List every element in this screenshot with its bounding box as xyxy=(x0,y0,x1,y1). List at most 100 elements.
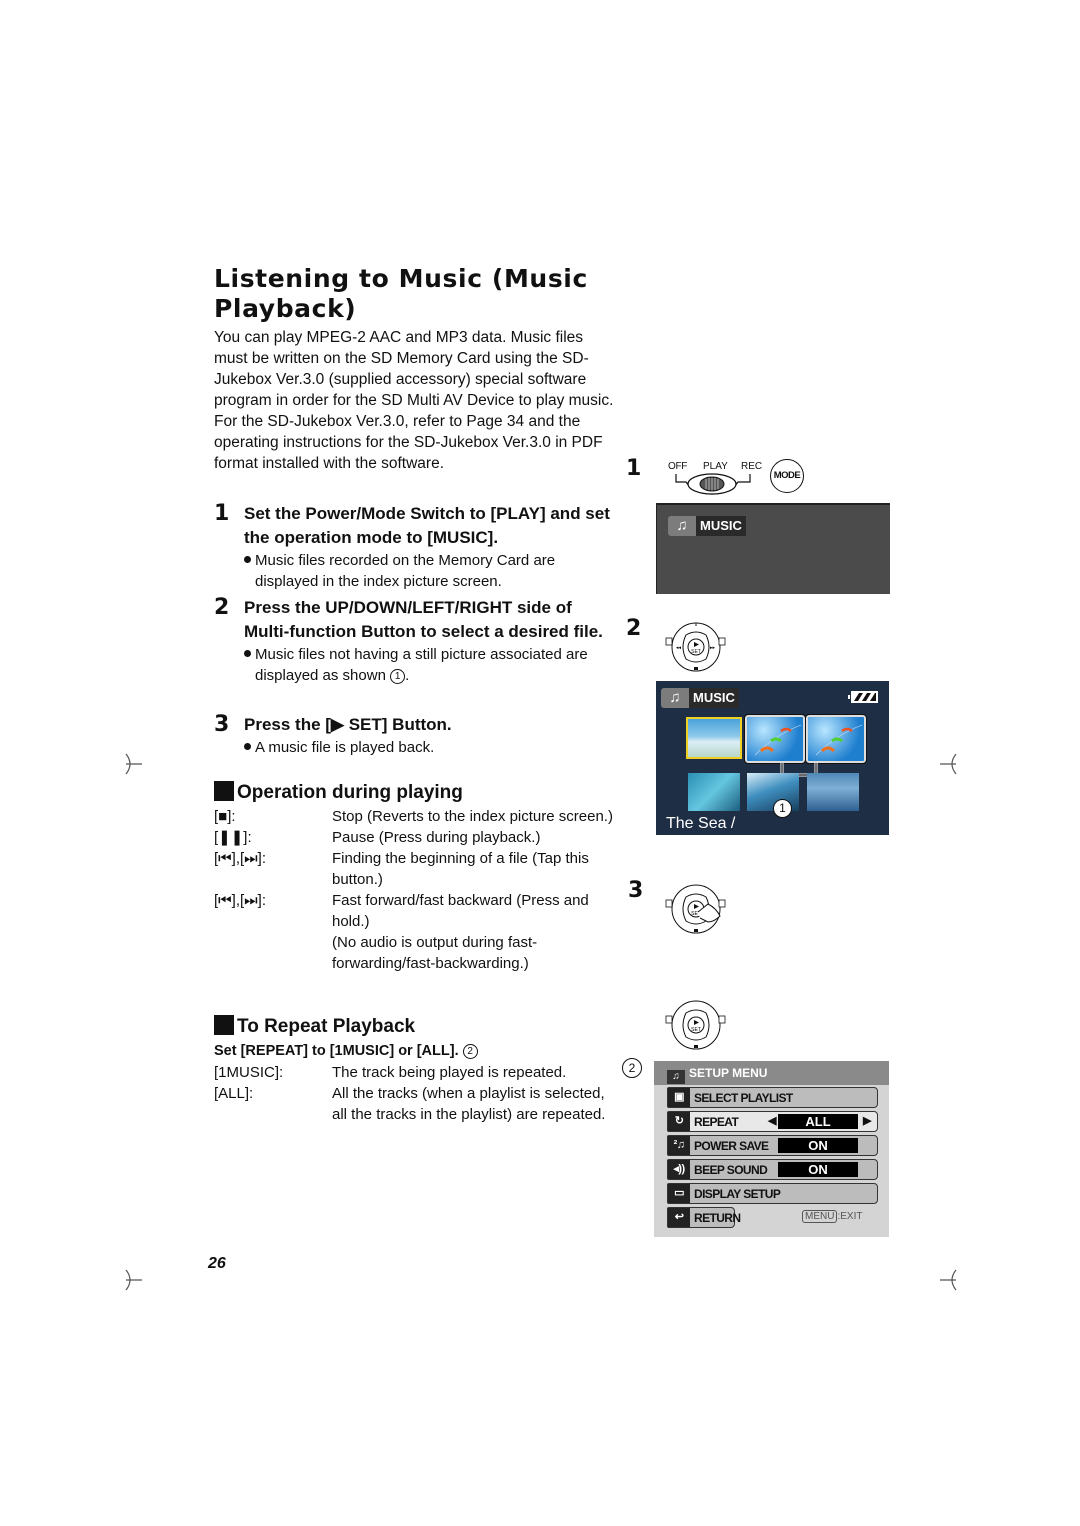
repeat-value: All the tracks (when a playlist is selec… xyxy=(332,1085,606,1123)
intro-paragraph: You can play MPEG-2 AAC and MP3 data. Mu… xyxy=(214,329,614,472)
music-mode-label: MUSIC xyxy=(696,516,746,536)
ref-marker: 2 xyxy=(622,1058,642,1078)
crop-mark-left-bottom xyxy=(125,1269,142,1291)
ref-marker: 1 xyxy=(773,799,792,818)
file-title: The Sea / xyxy=(666,815,736,832)
operation-value: Pause (Press during playback.) xyxy=(332,829,541,846)
thumbnail-music-no-picture[interactable] xyxy=(744,714,806,764)
display-icon: ▭ xyxy=(668,1184,690,1203)
svg-text:SET: SET xyxy=(691,649,701,655)
menu-item-beep-sound[interactable]: ◂)) BEEP SOUND ON xyxy=(667,1159,878,1180)
operation-list: [■]: Stop (Reverts to the index picture s… xyxy=(214,806,614,974)
step-number: 2 xyxy=(214,595,230,620)
menu-item-value: ALL xyxy=(778,1114,858,1129)
thumbnail[interactable] xyxy=(807,773,859,811)
playlist-icon: ▣ xyxy=(668,1088,690,1107)
repeat-key: [1MUSIC]: xyxy=(214,1064,284,1081)
mode-button[interactable]: MODE xyxy=(770,459,804,493)
music-note-icon: ♫ xyxy=(667,1070,685,1084)
menu-item-display-setup[interactable]: ▭ DISPLAY SETUP xyxy=(667,1183,878,1204)
operation-key: [■]: xyxy=(214,808,236,825)
music-mode-label: MUSIC xyxy=(689,688,739,708)
power-mode-switch-icon[interactable] xyxy=(674,472,764,498)
menu-item-label: DISPLAY SETUP xyxy=(694,1186,781,1201)
bullet-dot xyxy=(244,743,251,750)
operation-key: [⏮],[⏭]: xyxy=(214,892,267,909)
ref-marker: 2 xyxy=(462,1044,478,1059)
repeat-row: [1MUSIC]: The track being played is repea… xyxy=(214,1062,614,1083)
figure-number-3: 3 xyxy=(628,878,644,903)
music-mode-screen: ♫ MUSIC xyxy=(656,503,890,594)
operation-row: [❚❚]: Pause (Press during playback.) xyxy=(214,827,614,848)
music-note-icon: ♫ xyxy=(668,516,696,536)
switch-label-play: PLAY xyxy=(703,461,728,472)
arrow-right-icon[interactable]: ▶ xyxy=(863,1114,871,1127)
operation-key: [❚❚]: xyxy=(214,829,252,846)
svg-text:▸▸: ▸▸ xyxy=(710,645,716,651)
step-bullet: A music file is played back. xyxy=(244,737,614,758)
repeat-key: [ALL]: xyxy=(214,1085,254,1102)
thumbnail-music-no-picture[interactable] xyxy=(805,714,867,764)
operation-row: (No audio is output during fast-forwardi… xyxy=(214,932,614,974)
step-bullet: Music files recorded on the Memory Card … xyxy=(244,550,614,592)
svg-text:◂◂: ◂◂ xyxy=(676,645,682,651)
operation-row: [■]: Stop (Reverts to the index picture s… xyxy=(214,806,614,827)
return-icon: ↩ xyxy=(668,1208,690,1227)
operation-row: [⏮],[⏭]: Finding the beginning of a file … xyxy=(214,848,614,890)
menu-item-select-playlist[interactable]: ▣ SELECT PLAYLIST xyxy=(667,1087,878,1108)
section-square-icon xyxy=(214,781,234,801)
music-mode-tag: ♫ MUSIC xyxy=(661,688,739,708)
step-bullet: Music files not having a still picture a… xyxy=(244,644,614,686)
section-square-icon xyxy=(214,1015,234,1035)
repeat-value: The track being played is repeated. xyxy=(332,1064,567,1081)
svg-text:ıı: ıı xyxy=(695,622,698,628)
figure-number-1: 1 xyxy=(626,456,642,481)
repeat-subheading: Set [REPEAT] to [1MUSIC] or [ALL]. 2 xyxy=(214,1041,478,1061)
menu-item-label: POWER SAVE xyxy=(694,1138,769,1153)
operation-key: [⏮],[⏭]: xyxy=(214,850,267,867)
operation-row: [⏮],[⏭]: Fast forward/fast backward (Pres… xyxy=(214,890,614,932)
repeat-row: [ALL]: All the tracks (when a playlist is… xyxy=(214,1083,614,1125)
thumbnail[interactable] xyxy=(688,773,740,811)
menu-exit-hint: MENU:EXIT xyxy=(802,1210,862,1223)
repeat-subheading-text: Set [REPEAT] to [1MUSIC] or [ALL]. xyxy=(214,1043,459,1059)
step-heading: Press the [▶ SET] Button. xyxy=(244,715,452,734)
ref-marker: 1 xyxy=(390,669,406,684)
multi-function-button-press-icon[interactable]: SET xyxy=(664,878,734,940)
page-title: Listening to Music (Music Playback) xyxy=(214,264,588,323)
music-note-icon: ♫ xyxy=(661,688,689,708)
menu-item-repeat[interactable]: ↻ REPEAT ◀ ALL ▶ xyxy=(667,1111,878,1132)
multi-function-button-icon[interactable]: SET xyxy=(664,994,728,1056)
music-notes-icon xyxy=(754,724,802,756)
figure-number-2: 2 xyxy=(626,616,642,641)
step-heading: Set the Power/Mode Switch to [PLAY] and … xyxy=(244,504,610,547)
step-heading: Press the UP/DOWN/LEFT/RIGHT side of Mul… xyxy=(244,598,603,641)
menu-item-label: BEEP SOUND xyxy=(694,1162,768,1177)
operation-heading-text: Operation during playing xyxy=(237,782,463,803)
bullet-end: . xyxy=(405,667,410,684)
crop-mark-right-mid xyxy=(940,753,957,775)
beep-sound-icon: ◂)) xyxy=(668,1160,690,1179)
return-label: RETURN xyxy=(694,1210,741,1225)
menu-item-label: REPEAT xyxy=(694,1114,739,1129)
menu-item-value: ON xyxy=(778,1138,858,1153)
return-button[interactable]: ↩ RETURN xyxy=(667,1207,741,1228)
battery-icon xyxy=(848,691,878,703)
arrow-left-icon[interactable]: ◀ xyxy=(768,1114,776,1127)
svg-text:SET: SET xyxy=(691,1027,701,1033)
bullet-text: Music files recorded on the Memory Card … xyxy=(255,552,556,590)
setup-menu-header: ♫ SETUP MENU xyxy=(654,1061,889,1085)
menu-item-label: SELECT PLAYLIST xyxy=(694,1090,793,1105)
setup-menu-screen: ♫ SETUP MENU ▣ SELECT PLAYLIST ↻ REPEAT ◀ ALL… xyxy=(654,1061,889,1237)
repeat-icon: ↻ xyxy=(668,1112,690,1131)
setup-menu-title: SETUP MENU xyxy=(689,1066,768,1080)
music-mode-tag: ♫ MUSIC xyxy=(668,516,746,536)
operation-heading: Operation during playing xyxy=(214,781,463,805)
multi-function-button-icon[interactable]: SET ıı ◂◂ ▸▸ xyxy=(664,616,728,678)
power-save-icon: ²♫ xyxy=(668,1136,690,1155)
bullet-text: Music files not having a still picture a… xyxy=(255,646,588,684)
crop-mark-left-mid xyxy=(125,753,142,775)
menu-item-power-save[interactable]: ²♫ POWER SAVE ON xyxy=(667,1135,878,1156)
thumbnail-selected[interactable] xyxy=(686,717,742,759)
repeat-heading-text: To Repeat Playback xyxy=(237,1016,416,1037)
